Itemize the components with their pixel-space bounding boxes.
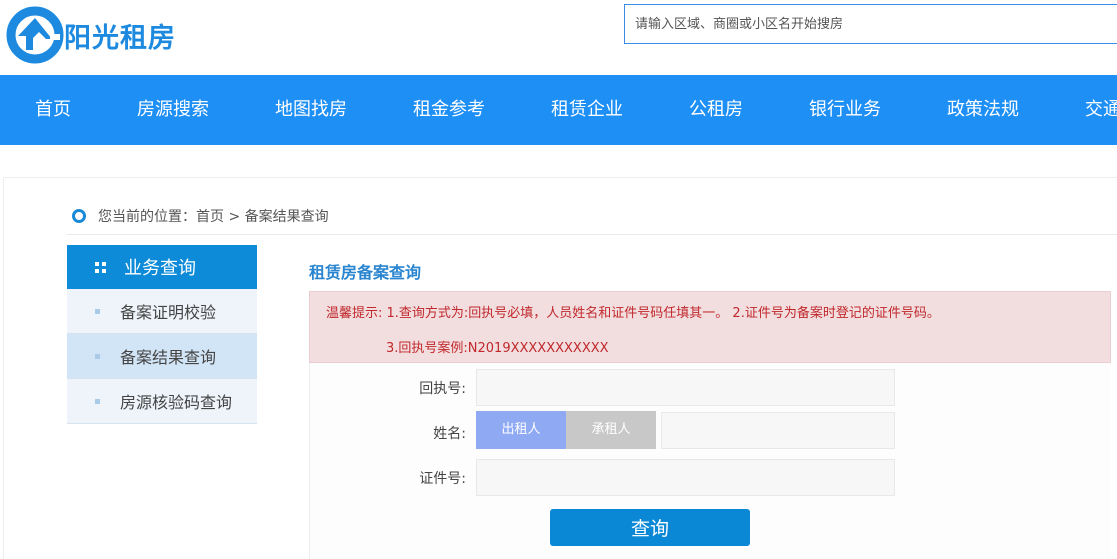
nav-item-house-search[interactable]: 房源搜索 [137,75,209,145]
breadcrumb-home[interactable]: 首页 [196,209,224,225]
id-label: 证件号: [419,471,466,487]
page-title: 租赁房备案查询 [309,263,422,282]
sidebar-title: 业务查询 [124,258,196,279]
nav-item-traffic[interactable]: 交通 [1085,75,1117,145]
lessor-toggle[interactable]: 出租人 [476,411,566,449]
nav-item-banking[interactable]: 银行业务 [809,75,881,145]
divider [67,234,1117,235]
nav-item-home[interactable]: 首页 [35,75,71,145]
sidebar-item-label: 备案证明校验 [120,303,217,322]
id-input[interactable] [476,459,895,496]
sidebar-item-label: 房源核验码查询 [120,393,233,412]
notice-line-2: 3.回执号案例:N2019XXXXXXXXXXX [386,341,609,356]
name-input[interactable] [661,412,895,449]
bullet-icon [95,353,100,359]
search-input[interactable] [624,4,1117,44]
sidebar-header: 业务查询 [67,245,257,289]
bullet-icon [95,398,100,404]
nav-item-rent-reference[interactable]: 租金参考 [413,75,485,145]
breadcrumb-current: 备案结果查询 [244,209,329,225]
sidebar-item-cert-verify[interactable]: 备案证明校验 [67,289,257,334]
receipt-input[interactable] [476,369,895,406]
sidebar-item-result-query[interactable]: 备案结果查询 [67,334,257,379]
submit-query-button[interactable]: 查询 [550,509,750,546]
breadcrumb: 您当前的位置：首页 > 备案结果查询 [72,206,329,226]
breadcrumb-sep: > [228,209,241,225]
name-label: 姓名: [433,426,466,442]
main-nav: 首页 房源搜索 地图找房 租金参考 租赁企业 公租房 银行业务 政策法规 交通 [0,75,1117,145]
lessee-toggle[interactable]: 承租人 [566,411,656,449]
receipt-label: 回执号: [419,381,466,397]
nav-item-public-housing[interactable]: 公租房 [689,75,743,145]
logo-icon [6,6,64,64]
logo-text[interactable]: 阳光租房 [64,16,176,55]
sidebar-item-label: 备案结果查询 [120,348,217,367]
nav-item-rental-companies[interactable]: 租赁企业 [551,75,623,145]
location-icon [72,209,86,223]
sidebar-item-code-query[interactable]: 房源核验码查询 [67,379,257,424]
nav-item-policies[interactable]: 政策法规 [947,75,1019,145]
grid-icon [95,261,106,273]
breadcrumb-prefix: 您当前的位置： [98,209,196,225]
notice-line-1: 温馨提示: 1.查询方式为:回执号必填，人员姓名和证件号码任填其一。 2.证件号… [326,306,940,321]
notice-alert: 温馨提示: 1.查询方式为:回执号必填，人员姓名和证件号码任填其一。 2.证件号… [309,291,1111,363]
nav-item-map-search[interactable]: 地图找房 [275,75,347,145]
bullet-icon [95,308,100,314]
